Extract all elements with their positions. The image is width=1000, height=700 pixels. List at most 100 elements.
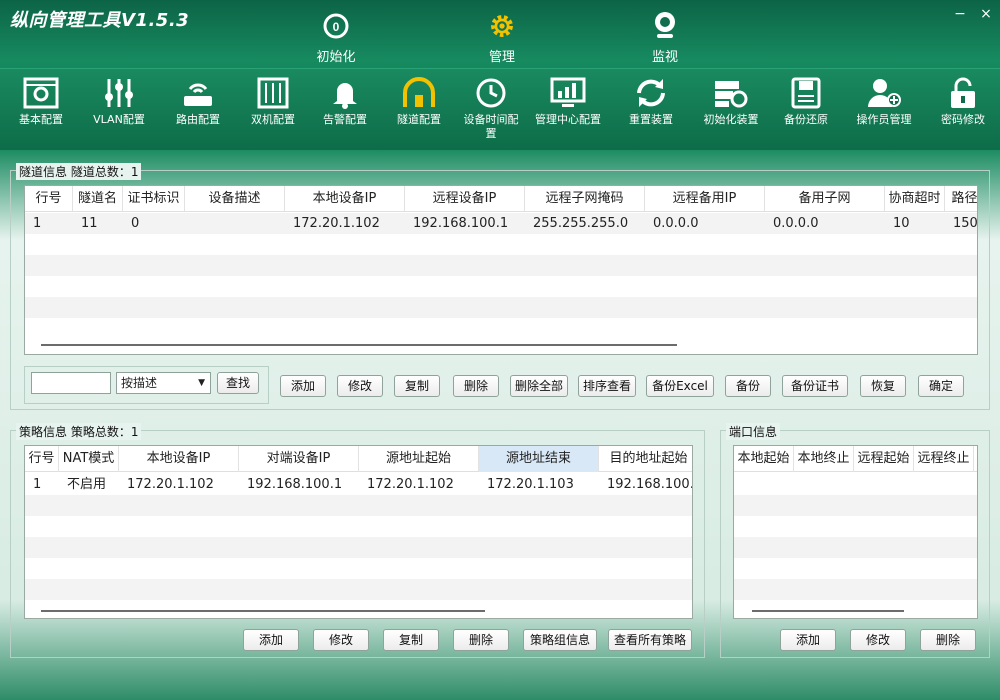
find-button[interactable]: 查找 — [217, 372, 259, 394]
empty-row — [25, 297, 977, 318]
tunnel-delete-all-button[interactable]: 删除全部 — [510, 375, 568, 397]
col-header[interactable]: 证书标识 — [123, 186, 185, 212]
cell: 不启用 — [67, 477, 107, 492]
policy-copy-button[interactable]: 复制 — [383, 629, 439, 651]
tunnel-backup-excel-button[interactable]: 备份Excel — [646, 375, 714, 397]
col-header-selected[interactable]: 源地址结束 — [479, 446, 599, 472]
col-header[interactable]: 远程备用IP — [645, 186, 765, 212]
col-header[interactable]: 本地终止 — [794, 446, 854, 472]
toolbar-label: 密码修改 — [941, 113, 985, 126]
toolbar-label: 初始化装置 — [703, 113, 759, 126]
select-value: 按描述 — [121, 376, 158, 390]
toolbar-center-config[interactable]: 管理中心配置 — [528, 75, 608, 127]
col-header[interactable]: 源地址起始 — [359, 446, 479, 472]
horizontal-scrollbar[interactable] — [752, 610, 904, 612]
policy-group-label: 策略信息 策略总数：1 — [16, 423, 142, 440]
toolbar-label: 操作员管理 — [856, 113, 912, 126]
port-group-label: 端口信息 — [726, 423, 781, 440]
close-button[interactable]: × — [976, 6, 996, 22]
tunnel-restore-button[interactable]: 恢复 — [860, 375, 906, 397]
col-header[interactable]: 设备描述 — [185, 186, 285, 212]
cell: 172.20.1.102 — [293, 216, 380, 231]
port-delete-button[interactable]: 删除 — [920, 629, 976, 651]
col-header[interactable]: 远程起始 — [854, 446, 914, 472]
toolbar-basic-config[interactable]: 基本配置 — [10, 75, 72, 127]
empty-row — [25, 255, 977, 276]
col-header[interactable]: 协商超时 — [885, 186, 945, 212]
policy-edit-button[interactable]: 修改 — [313, 629, 369, 651]
tunnel-backup-cert-button[interactable]: 备份证书 — [782, 375, 848, 397]
col-header[interactable]: NAT模式 — [59, 446, 119, 472]
app-window: 纵向管理工具V1.5.3 − × 0 初始化 管理 监视 基本配置 VLAN配置 — [0, 0, 1000, 700]
port-add-button[interactable]: 添加 — [780, 629, 836, 651]
svg-text:0: 0 — [333, 20, 340, 34]
toolbar-tunnel-config[interactable]: 隧道配置 — [388, 75, 450, 127]
toolbar-label: 隧道配置 — [397, 113, 441, 126]
floppy-icon — [786, 75, 826, 111]
tunnel-backup-button[interactable]: 备份 — [725, 375, 771, 397]
cell: 192.168.100.1 — [413, 216, 509, 231]
table-row[interactable]: 1 11 0 172.20.1.102 192.168.100.1 255.25… — [25, 213, 977, 234]
col-header[interactable]: 对端设备IP — [239, 446, 359, 472]
col-header[interactable]: 远程子网掩码 — [525, 186, 645, 212]
table-row[interactable]: 1 不启用 172.20.1.102 192.168.100.1 172.20.… — [25, 474, 692, 495]
toolbar-route-config[interactable]: 路由配置 — [167, 75, 229, 127]
horizontal-scrollbar[interactable] — [41, 344, 677, 346]
vlan-icon — [99, 75, 139, 111]
tunnel-edit-button[interactable]: 修改 — [337, 375, 383, 397]
toolbar-time-config[interactable]: 设备时间配置 — [460, 75, 522, 141]
tunnel-sort-view-button[interactable]: 排序查看 — [578, 375, 636, 397]
col-header[interactable]: 行号 — [25, 446, 59, 472]
app-title: 纵向管理工具V1.5.3 — [10, 10, 190, 31]
col-header[interactable]: 本地设备IP — [285, 186, 405, 212]
search-type-select[interactable]: 按描述 ▼ — [116, 372, 211, 394]
policy-delete-button[interactable]: 删除 — [453, 629, 509, 651]
policy-group-info-button[interactable]: 策略组信息 — [523, 629, 597, 651]
toolbar-vlan-config[interactable]: VLAN配置 — [84, 75, 154, 127]
col-header[interactable]: 目的地址起始 — [599, 446, 692, 472]
toolbar-backup-restore[interactable]: 备份还原 — [775, 75, 837, 127]
port-table-header: 本地起始 本地终止 远程起始 远程终止 — [734, 446, 977, 472]
mode-monitor[interactable]: 监视 — [620, 10, 710, 65]
minimize-button[interactable]: − — [950, 6, 970, 22]
tunnel-delete-button[interactable]: 删除 — [453, 375, 499, 397]
col-header[interactable]: 隧道名 — [73, 186, 123, 212]
horizontal-scrollbar[interactable] — [41, 610, 485, 612]
search-input[interactable] — [31, 372, 111, 394]
port-table[interactable]: 本地起始 本地终止 远程起始 远程终止 — [733, 445, 978, 619]
toolbar-dual-config[interactable]: 双机配置 — [242, 75, 304, 127]
cell: 0 — [131, 216, 140, 231]
mode-init[interactable]: 0 初始化 — [291, 10, 381, 65]
tunnel-add-button[interactable]: 添加 — [280, 375, 326, 397]
empty-row — [25, 579, 692, 600]
toolbar-operator-manage[interactable]: 操作员管理 — [850, 75, 918, 127]
col-header[interactable]: 本地起始 — [734, 446, 794, 472]
cell: 255.255.255.0 — [533, 216, 629, 231]
chevron-down-icon: ▼ — [198, 378, 205, 388]
policy-add-button[interactable]: 添加 — [243, 629, 299, 651]
cell: 172.20.1.103 — [487, 477, 574, 492]
col-header[interactable]: 路径 — [945, 186, 977, 212]
toolbar-init-device[interactable]: 初始化装置 — [697, 75, 765, 127]
port-edit-button[interactable]: 修改 — [850, 629, 906, 651]
policy-table-header: 行号 NAT模式 本地设备IP 对端设备IP 源地址起始 源地址结束 目的地址起… — [25, 446, 692, 472]
toolbar-password-change[interactable]: 密码修改 — [932, 75, 994, 127]
toolbar-label: 双机配置 — [251, 113, 295, 126]
cell: 10 — [893, 216, 910, 231]
toolbar-alarm-config[interactable]: 告警配置 — [314, 75, 376, 127]
clock-icon — [471, 75, 511, 111]
col-header[interactable]: 远程设备IP — [405, 186, 525, 212]
tunnel-table[interactable]: 行号 隧道名 证书标识 设备描述 本地设备IP 远程设备IP 远程子网掩码 远程… — [24, 185, 978, 355]
col-header[interactable]: 备用子网 — [765, 186, 885, 212]
policy-table[interactable]: 行号 NAT模式 本地设备IP 对端设备IP 源地址起始 源地址结束 目的地址起… — [24, 445, 693, 619]
col-header[interactable]: 远程终止 — [914, 446, 974, 472]
tunnel-confirm-button[interactable]: 确定 — [918, 375, 964, 397]
mode-label: 管理 — [488, 50, 515, 65]
view-all-policies-button[interactable]: 查看所有策略 — [608, 629, 692, 651]
col-header[interactable]: 行号 — [25, 186, 73, 212]
tunnel-copy-button[interactable]: 复制 — [394, 375, 440, 397]
toolbar-reset-device[interactable]: 重置装置 — [620, 75, 682, 127]
mode-manage[interactable]: 管理 — [457, 10, 547, 65]
col-header[interactable]: 本地设备IP — [119, 446, 239, 472]
cell: 0.0.0.0 — [653, 216, 699, 231]
